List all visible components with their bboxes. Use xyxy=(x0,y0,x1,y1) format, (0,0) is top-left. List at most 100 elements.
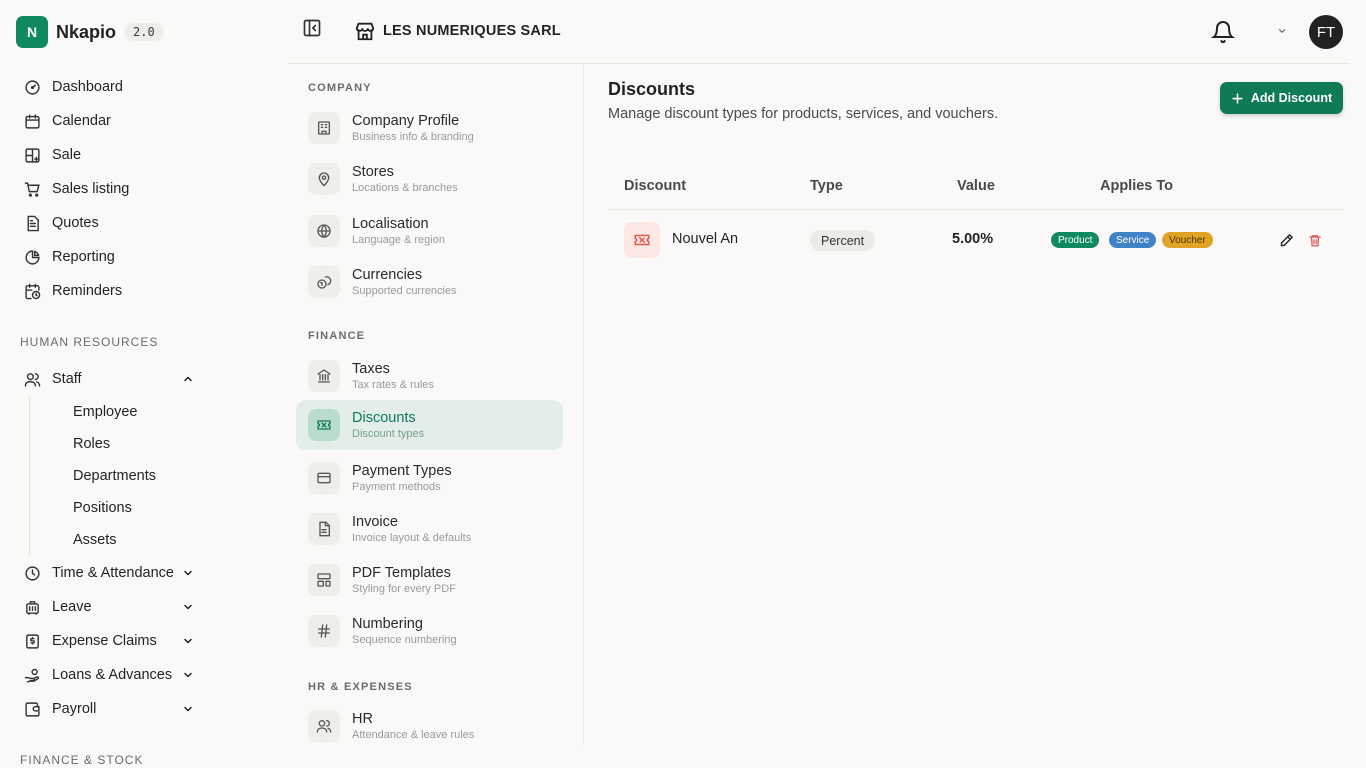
settings-item-stores[interactable]: Stores Locations & branches xyxy=(296,154,563,204)
nav-label: Staff xyxy=(52,371,82,387)
globe-icon xyxy=(317,224,331,238)
add-discount-label: Add Discount xyxy=(1250,91,1333,105)
settings-item-title: Discounts xyxy=(352,410,416,426)
settings-item-invoice[interactable]: Invoice Invoice layout & defaults xyxy=(296,504,563,554)
settings-item-subtitle: Payment methods xyxy=(352,481,441,493)
nav-item-sales-listing[interactable]: Sales listing xyxy=(12,172,276,206)
wallet-icon xyxy=(25,701,40,717)
nav-label: Reminders xyxy=(52,283,123,299)
settings-item-localisation[interactable]: Localisation Language & region xyxy=(296,206,563,256)
sidebar-toggle-icon[interactable] xyxy=(302,18,322,38)
column-header-value: Value xyxy=(957,178,995,194)
settings-item-title: Numbering xyxy=(352,616,423,632)
sub-item-employee[interactable]: Employee xyxy=(30,396,276,428)
sub-item-roles[interactable]: Roles xyxy=(30,428,276,460)
clock-icon xyxy=(25,565,40,581)
settings-item-currencies[interactable]: Currencies Supported currencies xyxy=(296,257,563,307)
settings-item-numbering[interactable]: Numbering Sequence numbering xyxy=(296,606,563,656)
applies-to-tag-voucher: Voucher xyxy=(1162,232,1213,248)
chevron-down-icon[interactable] xyxy=(182,669,194,681)
settings-item-subtitle: Tax rates & rules xyxy=(352,379,434,391)
bank-icon xyxy=(317,369,331,383)
settings-item-title: PDF Templates xyxy=(352,565,451,581)
settings-item-payment-types[interactable]: Payment Types Payment methods xyxy=(296,453,563,503)
nav-label: Expense Claims xyxy=(52,633,157,649)
settings-item-pdf-templates[interactable]: PDF Templates Styling for every PDF xyxy=(296,555,563,605)
nav-label: Quotes xyxy=(52,215,99,231)
dashboard-icon xyxy=(25,79,40,95)
settings-item-title: Payment Types xyxy=(352,463,452,479)
luggage-icon xyxy=(26,600,39,615)
chevron-up-icon[interactable] xyxy=(182,373,194,385)
settings-item-title: HR xyxy=(352,711,373,727)
trash-icon[interactable] xyxy=(1308,233,1322,248)
sub-item-assets[interactable]: Assets xyxy=(30,524,276,556)
chevron-down-icon[interactable] xyxy=(182,601,194,613)
nav-item-payroll[interactable]: Payroll xyxy=(12,692,276,726)
table-row[interactable]: Nouvel An Percent 5.00% Product Service … xyxy=(608,210,1344,270)
nav-item-quotes[interactable]: Quotes xyxy=(12,206,276,240)
settings-item-title: Company Profile xyxy=(352,113,460,129)
brand-logo: N xyxy=(16,16,48,48)
chevron-down-icon[interactable] xyxy=(182,703,194,715)
brand[interactable]: N Nkapio 2.0 xyxy=(16,16,164,48)
users-icon xyxy=(24,372,41,387)
nav-label: Loans & Advances xyxy=(52,667,173,683)
hand-coins-icon xyxy=(24,668,39,683)
add-discount-button[interactable]: Add Discount xyxy=(1220,82,1343,114)
discount-name: Nouvel An xyxy=(672,231,739,247)
settings-item-subtitle: Locations & branches xyxy=(352,182,458,194)
brand-name: Nkapio xyxy=(56,21,117,42)
file-text-icon xyxy=(319,521,330,537)
settings-item-taxes[interactable]: Taxes Tax rates & rules xyxy=(296,351,563,401)
app-sidebar: N Nkapio 2.0 Dashboard Calendar Sale Sal… xyxy=(0,0,288,768)
settings-item-hr[interactable]: HR Attendance & leave rules xyxy=(296,701,563,745)
nav-item-dashboard[interactable]: Dashboard xyxy=(12,70,276,104)
settings-item-title: Currencies xyxy=(352,267,423,283)
chevron-down-icon[interactable] xyxy=(182,567,194,579)
settings-item-title: Stores xyxy=(352,164,394,180)
nav-item-loans-advances[interactable]: Loans & Advances xyxy=(12,658,276,692)
nav-label: Dashboard xyxy=(52,79,123,95)
nav-item-reminders[interactable]: Reminders xyxy=(12,274,276,308)
settings-nav: COMPANY Company Profile Business info & b… xyxy=(288,65,584,745)
nav-item-sale[interactable]: Sale xyxy=(12,138,276,172)
page-description: Manage discount types for products, serv… xyxy=(608,106,999,122)
nav-item-calendar[interactable]: Calendar xyxy=(12,104,276,138)
sub-item-departments[interactable]: Departments xyxy=(30,460,276,492)
hr-nav: Staff Employee Roles Departments Positio… xyxy=(12,362,276,726)
nav-label: Payroll xyxy=(52,701,97,717)
nav-item-time-attendance[interactable]: Time & Attendance xyxy=(12,556,276,590)
settings-item-company-profile[interactable]: Company Profile Business info & branding xyxy=(296,103,563,153)
discounts-table: Discount Type Value Applies To Nouvel An… xyxy=(608,165,1344,270)
document-icon xyxy=(27,215,39,231)
nav-item-leave[interactable]: Leave xyxy=(12,590,276,624)
chevron-down-icon[interactable] xyxy=(1276,26,1288,36)
ticket-icon xyxy=(317,420,331,430)
map-pin-icon xyxy=(318,172,330,187)
chevron-down-icon[interactable] xyxy=(182,635,194,647)
column-header-discount: Discount xyxy=(624,178,687,194)
settings-item-discounts[interactable]: Discounts Discount types xyxy=(296,400,563,450)
nav-item-staff[interactable]: Staff xyxy=(12,362,276,396)
table-header: Discount Type Value Applies To xyxy=(608,165,1344,210)
ticket-icon xyxy=(624,222,660,258)
avatar[interactable]: FT xyxy=(1309,15,1343,49)
calendar-icon xyxy=(25,113,40,129)
settings-item-title: Localisation xyxy=(352,216,429,232)
nav-item-expense-claims[interactable]: Expense Claims xyxy=(12,624,276,658)
settings-item-title: Taxes xyxy=(352,361,390,377)
settings-item-subtitle: Invoice layout & defaults xyxy=(352,532,472,544)
nav-label: Sales listing xyxy=(52,181,130,197)
bell-icon[interactable] xyxy=(1211,20,1235,44)
receipt-icon xyxy=(26,633,39,649)
edit-icon[interactable] xyxy=(1279,233,1294,248)
settings-item-subtitle: Supported currencies xyxy=(352,285,457,297)
nav-label: Calendar xyxy=(52,113,111,129)
nav-item-reporting[interactable]: Reporting xyxy=(12,240,276,274)
settings-item-subtitle: Language & region xyxy=(352,234,445,246)
store-icon xyxy=(355,22,375,41)
grid-plus-icon xyxy=(25,147,40,163)
sub-item-positions[interactable]: Positions xyxy=(30,492,276,524)
store-name[interactable]: LES NUMERIQUES SARL xyxy=(383,23,561,39)
